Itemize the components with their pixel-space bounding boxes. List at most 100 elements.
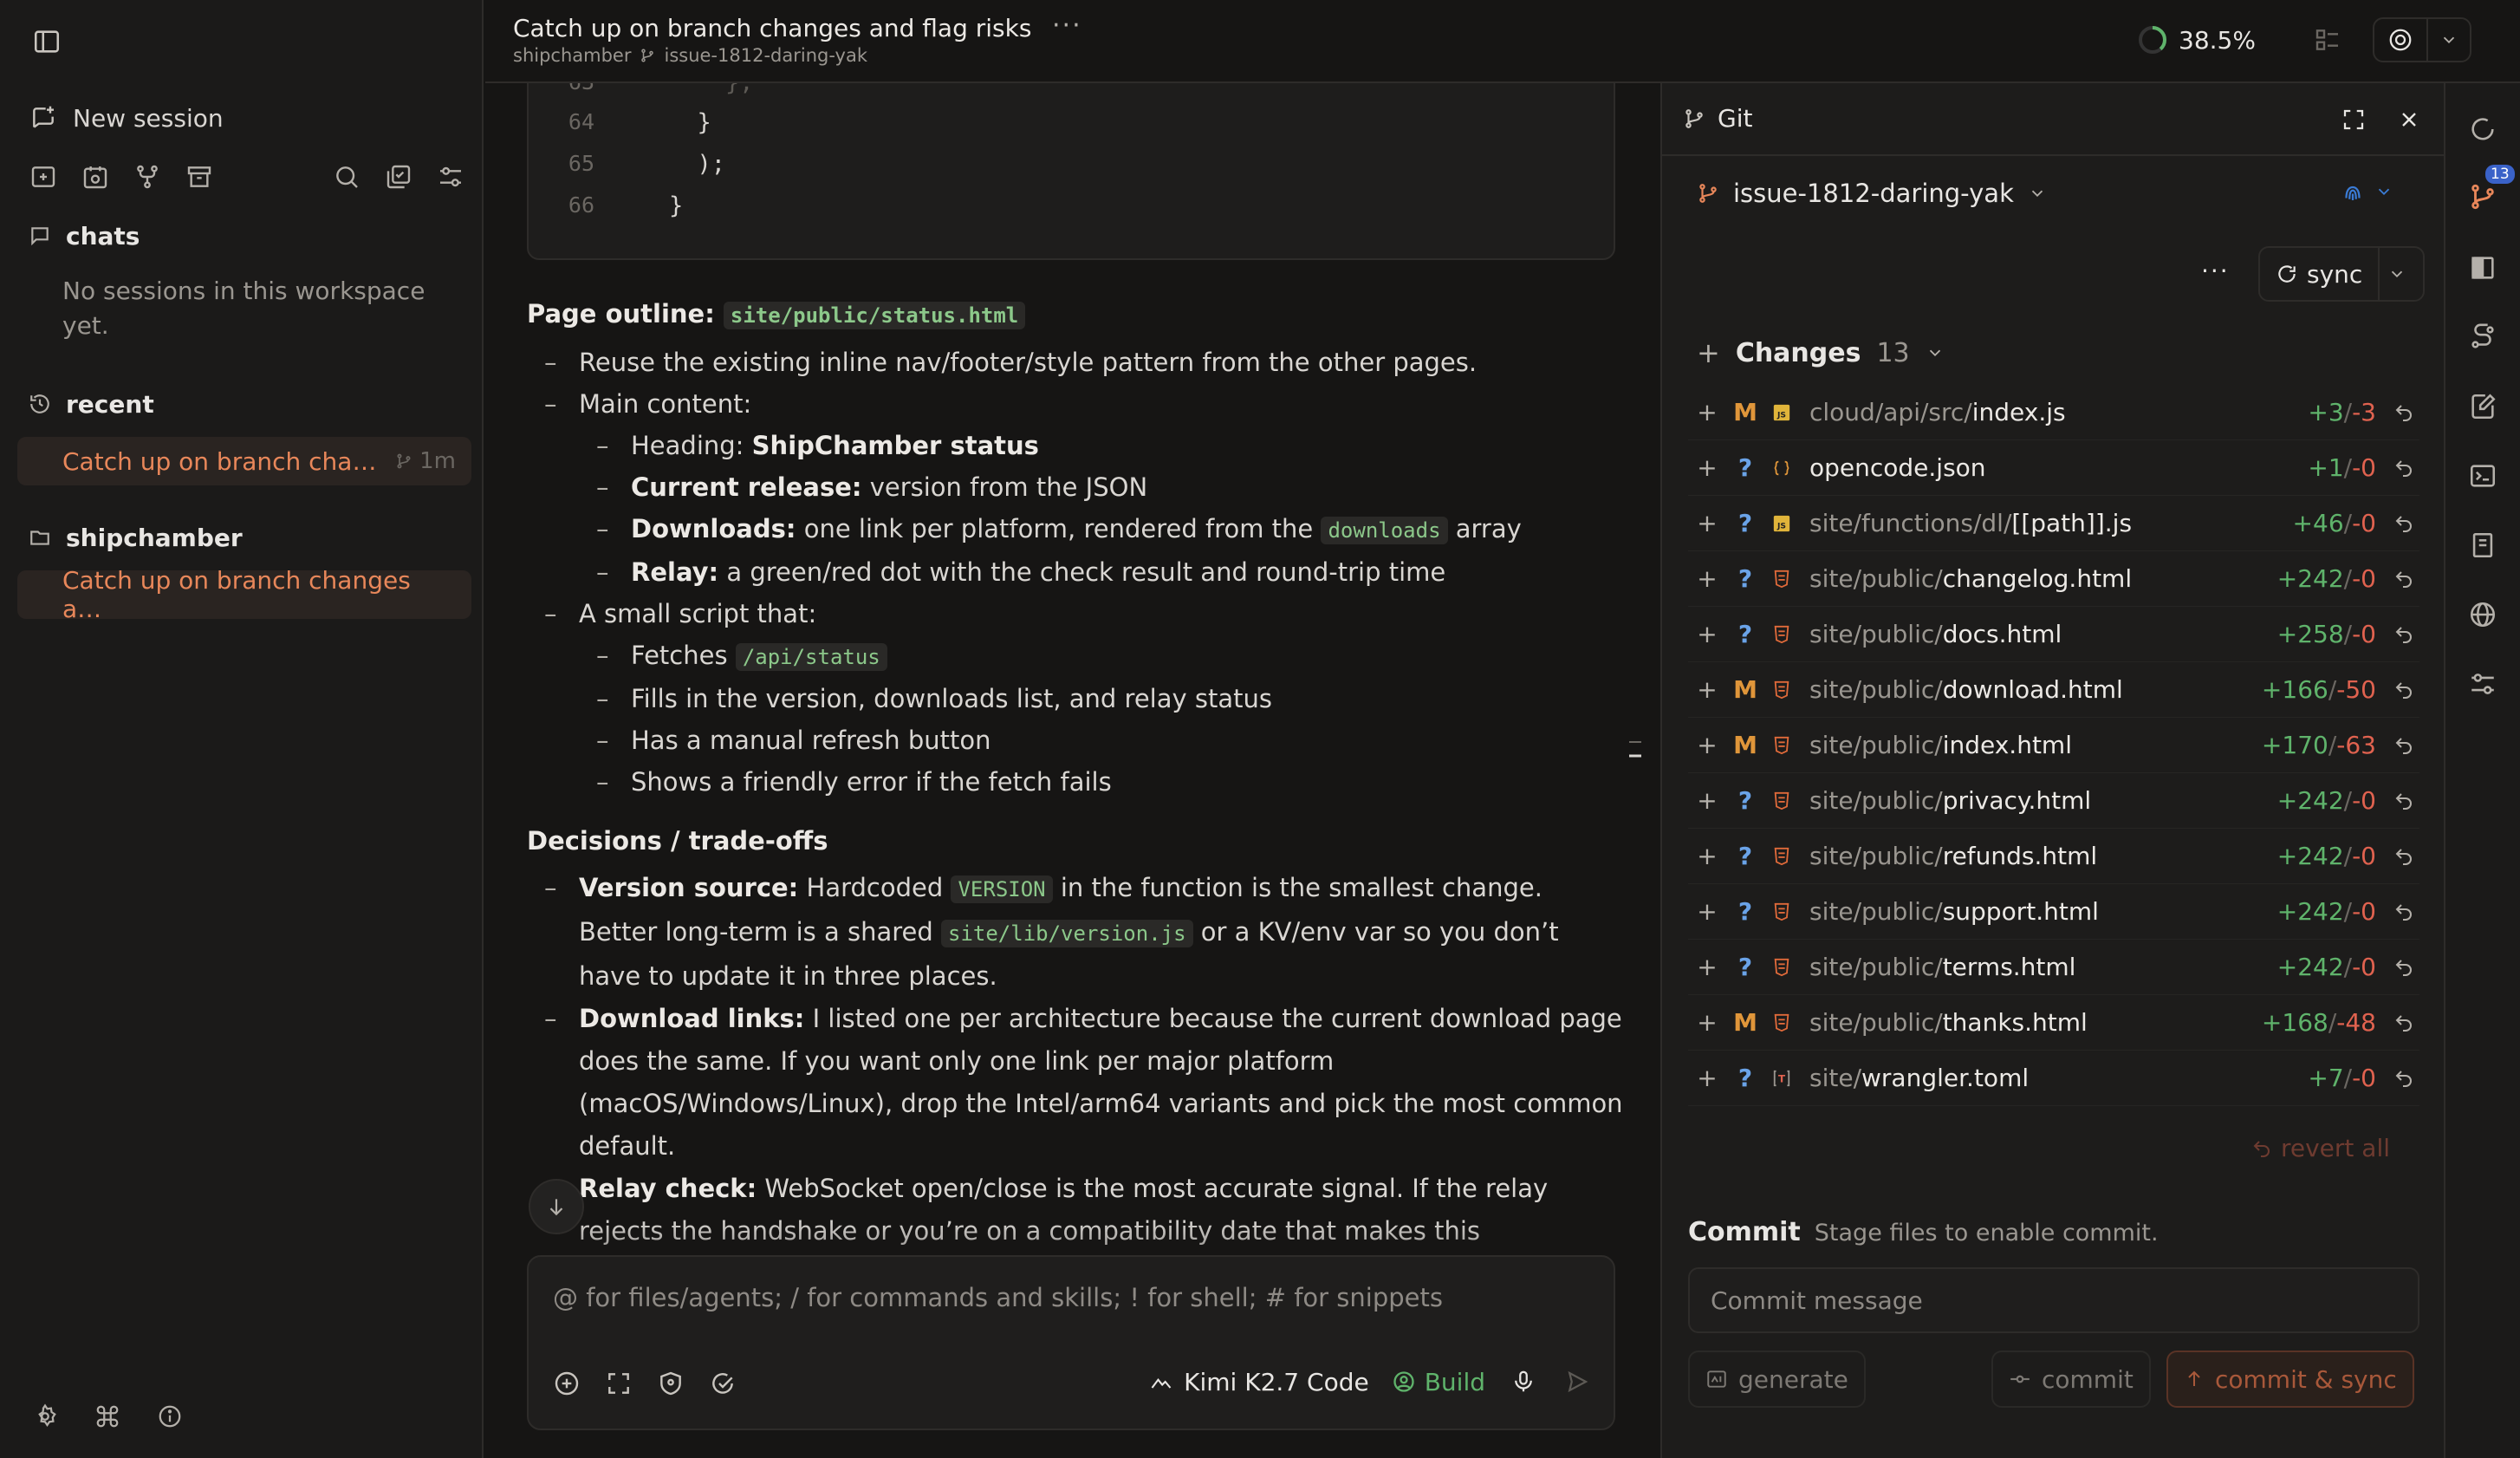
commit-button[interactable]: commit bbox=[1991, 1351, 2151, 1408]
file-path[interactable]: site/public/thanks.html bbox=[1799, 1008, 2262, 1037]
changed-file-row[interactable]: +? site/public/privacy.html +242/-0 bbox=[1688, 773, 2419, 829]
revert-file-icon[interactable] bbox=[2388, 730, 2419, 761]
commit-message-input[interactable]: Commit message bbox=[1688, 1267, 2419, 1333]
revert-file-icon[interactable] bbox=[2388, 563, 2419, 595]
microphone-icon[interactable] bbox=[1508, 1366, 1539, 1397]
stage-file-icon[interactable]: + bbox=[1688, 509, 1726, 537]
chats-section-header[interactable]: chats bbox=[28, 220, 140, 251]
stage-file-icon[interactable]: + bbox=[1688, 731, 1726, 759]
revert-file-icon[interactable] bbox=[2388, 619, 2419, 650]
add-attachment-icon[interactable] bbox=[551, 1368, 582, 1399]
new-folder-icon[interactable] bbox=[28, 161, 59, 192]
send-icon[interactable] bbox=[1562, 1366, 1593, 1397]
file-path[interactable]: site/public/privacy.html bbox=[1799, 786, 2277, 815]
settings-gear-icon[interactable] bbox=[29, 1401, 61, 1432]
file-path[interactable]: site/functions/dl/[[path]].js bbox=[1799, 509, 2293, 537]
revert-file-icon[interactable] bbox=[2388, 674, 2419, 706]
search-icon[interactable] bbox=[331, 161, 362, 192]
revert-file-icon[interactable] bbox=[2388, 896, 2419, 928]
sidebar-toggle-icon[interactable] bbox=[31, 26, 62, 57]
changed-file-row[interactable]: +? site/public/docs.html +258/-0 bbox=[1688, 607, 2419, 662]
file-path[interactable]: site/public/support.html bbox=[1799, 897, 2277, 926]
branch-selector[interactable]: issue-1812-daring-yak bbox=[1697, 179, 2047, 208]
model-selector[interactable]: Kimi K2.7 Code bbox=[1149, 1368, 1369, 1396]
edit-file-icon[interactable] bbox=[2468, 392, 2499, 423]
file-path[interactable]: site/wrangler.toml bbox=[1799, 1064, 2308, 1092]
revert-file-icon[interactable] bbox=[2388, 1007, 2419, 1038]
prompt-composer[interactable]: @ for files/agents; / for commands and s… bbox=[527, 1255, 1615, 1430]
scroll-to-bottom-button[interactable] bbox=[529, 1179, 584, 1234]
workspace-session-item[interactable]: Catch up on branch changes a… bbox=[17, 566, 471, 623]
session-title[interactable]: Catch up on branch changes and flag risk… bbox=[513, 14, 1031, 42]
file-path[interactable]: site/public/docs.html bbox=[1799, 620, 2277, 648]
sync-action[interactable]: sync bbox=[2260, 260, 2378, 289]
file-path[interactable]: site/public/index.html bbox=[1799, 731, 2262, 759]
info-icon[interactable] bbox=[154, 1401, 185, 1432]
stage-file-icon[interactable]: + bbox=[1688, 675, 1726, 704]
file-path[interactable]: site/public/download.html bbox=[1799, 675, 2262, 704]
revert-file-icon[interactable] bbox=[2388, 452, 2419, 484]
file-path[interactable]: cloud/api/src/index.js bbox=[1799, 398, 2308, 426]
changed-file-row[interactable]: + Msite/public/index.html +170/-63 bbox=[1688, 718, 2419, 773]
changed-file-row[interactable]: +? site/public/changelog.html +242/-0 bbox=[1688, 551, 2419, 607]
notebook-icon[interactable] bbox=[2468, 530, 2499, 562]
layout-list-icon[interactable] bbox=[2312, 24, 2343, 55]
mode-selector[interactable]: Build bbox=[1392, 1368, 1485, 1396]
agent-switcher[interactable] bbox=[2373, 17, 2471, 62]
sync-button[interactable]: sync bbox=[2258, 246, 2425, 302]
stage-file-icon[interactable]: + bbox=[1688, 453, 1726, 482]
stage-file-icon[interactable]: + bbox=[1688, 620, 1726, 648]
revert-file-icon[interactable] bbox=[2388, 952, 2419, 983]
stage-file-icon[interactable]: + bbox=[1688, 897, 1726, 926]
file-path[interactable]: site/public/terms.html bbox=[1799, 953, 2277, 981]
file-path[interactable]: opencode.json bbox=[1799, 453, 2308, 482]
session-menu-button[interactable]: ··· bbox=[1052, 10, 1082, 41]
changed-file-row[interactable]: +? site/public/support.html +242/-0 bbox=[1688, 884, 2419, 940]
terminal-icon[interactable] bbox=[2468, 461, 2499, 492]
file-path[interactable]: site/public/refunds.html bbox=[1799, 842, 2277, 870]
new-session-button[interactable]: New session bbox=[28, 102, 224, 133]
revert-file-icon[interactable] bbox=[2388, 785, 2419, 817]
schedule-icon[interactable] bbox=[80, 161, 111, 192]
revert-all-button[interactable]: revert all bbox=[2251, 1134, 2390, 1162]
recent-session-item[interactable]: Catch up on branch cha… 1m bbox=[17, 437, 471, 485]
changed-file-row[interactable]: + Msite/public/thanks.html +168/-48 bbox=[1688, 995, 2419, 1051]
generate-button[interactable]: generate bbox=[1688, 1351, 1866, 1408]
revert-file-icon[interactable] bbox=[2388, 841, 2419, 872]
revert-file-icon[interactable] bbox=[2388, 1063, 2419, 1094]
stage-file-icon[interactable]: + bbox=[1688, 398, 1726, 426]
recent-section-header[interactable]: recent bbox=[28, 388, 154, 420]
commit-and-sync-button[interactable]: commit & sync bbox=[2166, 1351, 2414, 1408]
stage-file-icon[interactable]: + bbox=[1688, 1008, 1726, 1037]
revert-file-icon[interactable] bbox=[2388, 397, 2419, 428]
expand-icon[interactable] bbox=[603, 1368, 634, 1399]
workspace-section-header[interactable]: shipchamber bbox=[28, 522, 243, 553]
settings-sliders-icon[interactable] bbox=[2468, 669, 2499, 700]
prompt-input[interactable]: @ for files/agents; / for commands and s… bbox=[553, 1283, 1443, 1312]
changed-file-row[interactable]: +? opencode.json +1/-0 bbox=[1688, 440, 2419, 496]
archive-icon[interactable] bbox=[184, 161, 215, 192]
chevron-down-icon[interactable] bbox=[2380, 258, 2414, 290]
remote-status[interactable] bbox=[2340, 179, 2393, 205]
stage-file-icon[interactable]: + bbox=[1688, 953, 1726, 981]
fork-icon[interactable] bbox=[132, 161, 163, 192]
stage-all-icon[interactable]: + bbox=[1697, 336, 1720, 369]
changed-file-row[interactable]: + Msite/public/download.html +166/-50 bbox=[1688, 662, 2419, 718]
skills-icon[interactable] bbox=[707, 1368, 738, 1399]
stage-file-icon[interactable]: + bbox=[1688, 564, 1726, 593]
route-icon[interactable] bbox=[2468, 322, 2499, 354]
close-icon[interactable] bbox=[2393, 104, 2425, 135]
revert-file-icon[interactable] bbox=[2388, 508, 2419, 539]
changed-file-row[interactable]: +? JS site/functions/dl/[[path]].js +46/-0 bbox=[1688, 496, 2419, 551]
changed-file-row[interactable]: +? site/public/terms.html +242/-0 bbox=[1688, 940, 2419, 995]
activity-icon[interactable] bbox=[2468, 114, 2499, 146]
changed-file-row[interactable]: + M JS cloud/api/src/index.js +3/-3 bbox=[1688, 385, 2419, 440]
stage-file-icon[interactable]: + bbox=[1688, 786, 1726, 815]
git-branch-icon[interactable] bbox=[2468, 182, 2499, 213]
file-path[interactable]: site/public/changelog.html bbox=[1799, 564, 2277, 593]
changed-file-row[interactable]: +? Tsite/wrangler.toml +7/-0 bbox=[1688, 1051, 2419, 1106]
shield-icon[interactable] bbox=[655, 1368, 686, 1399]
changes-header[interactable]: + Changes 13 bbox=[1697, 336, 1945, 369]
context-usage[interactable]: 38.5% bbox=[2137, 24, 2256, 55]
multi-select-icon[interactable] bbox=[383, 161, 414, 192]
